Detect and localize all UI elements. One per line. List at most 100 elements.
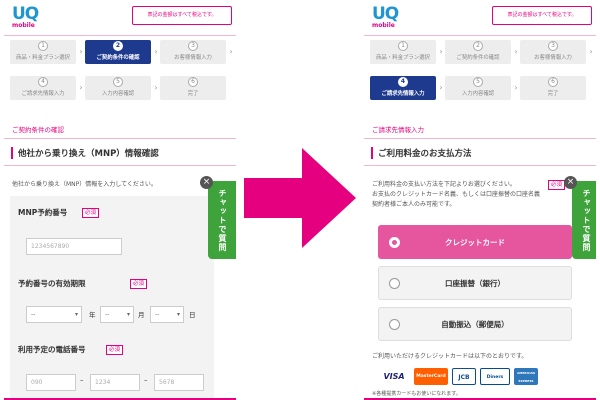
chevron-right-icon: ›	[514, 83, 518, 92]
card-note: ご利用いただけるクレジットカードは以下のとおりです。	[372, 353, 528, 360]
required-badge: 必須	[548, 180, 566, 190]
payment-option-label: クレジットカード	[445, 238, 505, 247]
expiry-day-select[interactable]: -- ▾	[150, 306, 184, 323]
phone-input-2[interactable]: 1234	[90, 374, 140, 391]
visa-logo: VISA	[378, 368, 410, 385]
phone-input-3[interactable]: 5678	[154, 374, 204, 391]
section-accent-bar	[371, 147, 373, 159]
mastercard-logo: MasterCard	[414, 368, 448, 385]
section-accent-bar	[11, 147, 13, 159]
tax-note: 表記の金額はすべて税込です。	[132, 6, 232, 25]
chevron-right-icon: ›	[589, 47, 593, 56]
logo-mobile-text: mobile	[372, 22, 395, 29]
step-4: 4 ご請求先情報入力	[10, 76, 76, 100]
required-badge: 必須	[82, 208, 100, 218]
breadcrumb: ご契約条件の確認	[12, 126, 64, 134]
amex-logo: AMERICAN EXPRESS	[514, 368, 538, 385]
payment-description-line-3: 契約者様ご本人のみ可能です。	[372, 201, 456, 208]
step-number: 2	[473, 41, 483, 51]
step-label: 商品・料金プラン選択	[376, 55, 430, 61]
form-description: 他社から乗り換え（MNP）情報を入力してください。	[12, 181, 157, 188]
step-label: 商品・料金プラン選択	[16, 55, 70, 61]
payment-option-post-office[interactable]: 自動振込（郵便局）	[378, 307, 572, 341]
expiry-label: 予約番号の有効期限	[18, 279, 86, 288]
left-screen: UQ mobile 表記の金額はすべて税込です。 1 商品・料金プラン選択 › …	[4, 0, 236, 400]
phone-input-1[interactable]: 090	[26, 374, 76, 391]
required-badge: 必須	[130, 279, 148, 289]
step-number: 6	[548, 77, 558, 87]
step-label: ご契約条件の確認	[96, 55, 140, 61]
mnp-number-label: MNP予約番号	[18, 208, 68, 217]
chevron-right-icon: ›	[439, 83, 443, 92]
tax-note: 表記の金額はすべて税込です。	[492, 6, 592, 25]
step-number: 2	[113, 41, 123, 51]
step-label: 入力内容確認	[101, 91, 135, 97]
section-title: ご利用料金のお支払方法	[378, 149, 472, 159]
chevron-right-icon: ›	[439, 47, 443, 56]
step-number: 5	[113, 77, 123, 87]
day-unit: 日	[189, 311, 196, 319]
step-label: ご契約条件の確認	[456, 55, 500, 61]
step-label: お客様情報入力	[174, 55, 212, 61]
right-arrow-icon	[244, 148, 356, 248]
step-2: 2 ご契約条件の確認	[445, 40, 511, 64]
phone-separator: –	[80, 376, 84, 384]
step-5: 5 入力内容確認	[85, 76, 151, 100]
diners-club-logo: Diners Club	[480, 368, 510, 385]
expiry-month-select[interactable]: -- ▾	[100, 306, 134, 323]
chevron-right-icon: ›	[514, 47, 518, 56]
logo-uq-text: UQ	[372, 4, 399, 24]
month-unit: 月	[138, 311, 145, 319]
phone-label: 利用予定の電話番号	[18, 345, 86, 354]
step-1: 1 商品・料金プラン選択	[10, 40, 76, 64]
chat-button[interactable]: チャットで質問	[572, 181, 596, 259]
mnp-form: MNP予約番号 必須 1234567890 予約番号の有効期限 必須 -- ▾ …	[10, 196, 214, 400]
step-label: 完了	[547, 91, 559, 97]
close-icon[interactable]: ×	[200, 176, 213, 189]
step-3: 3 お客様情報入力	[160, 40, 226, 64]
jcb-logo: JCB	[452, 368, 476, 385]
chevron-right-icon: ›	[154, 47, 158, 56]
uq-mobile-logo[interactable]: UQ mobile	[372, 6, 408, 32]
payment-option-label: 口座振替（銀行）	[445, 279, 505, 288]
step-1: 1 商品・料金プラン選択	[370, 40, 436, 64]
uq-mobile-logo[interactable]: UQ mobile	[12, 6, 48, 32]
chat-button[interactable]: チャットで質問	[208, 181, 236, 259]
payment-option-bank-transfer[interactable]: 口座振替（銀行）	[378, 266, 572, 300]
mnp-number-input[interactable]: 1234567890	[26, 238, 122, 255]
step-6: 6 完了	[160, 76, 226, 100]
payment-description-line-1: ご利用料金の支払い方法を下記よりお選びください。	[372, 181, 516, 188]
chevron-right-icon: ›	[154, 83, 158, 92]
payment-description-line-2: お支払のクレジットカード名義、もしくは口座振替の口座名義	[372, 191, 541, 198]
step-label: お客様情報入力	[534, 55, 572, 61]
select-value: --	[105, 311, 110, 318]
select-value: --	[31, 311, 36, 318]
caret-down-icon: ▾	[176, 311, 180, 318]
required-badge: 必須	[106, 345, 124, 355]
step-6: 6 完了	[520, 76, 586, 100]
step-label: 入力内容確認	[461, 91, 495, 97]
year-unit: 年	[89, 311, 96, 319]
select-value: --	[155, 311, 160, 318]
section-header: ご利用料金のお支払方法	[364, 138, 596, 166]
right-screen: UQ mobile 表記の金額はすべて税込です。 1 商品・料金プラン選択 › …	[364, 0, 596, 400]
caret-down-icon: ▾	[126, 311, 130, 318]
close-icon[interactable]: ×	[564, 176, 577, 189]
step-number: 3	[548, 41, 558, 51]
step-number: 4	[398, 77, 408, 87]
step-number: 1	[38, 41, 48, 51]
payment-option-credit-card[interactable]: クレジットカード	[378, 225, 572, 259]
phone-separator: –	[144, 376, 148, 384]
step-number: 3	[188, 41, 198, 51]
header-divider	[4, 35, 236, 36]
step-number: 4	[38, 77, 48, 87]
step-2: 2 ご契約条件の確認	[85, 40, 151, 64]
logo-uq-text: UQ	[12, 4, 39, 24]
section-title: 他社から乗り換え（MNP）情報確認	[18, 149, 159, 159]
caret-down-icon: ▾	[74, 311, 78, 318]
step-4: 4 ご請求先情報入力	[370, 76, 436, 100]
chevron-right-icon: ›	[229, 47, 233, 56]
chevron-right-icon: ›	[79, 47, 83, 56]
expiry-year-select[interactable]: -- ▾	[26, 306, 82, 323]
header-divider	[364, 35, 596, 36]
